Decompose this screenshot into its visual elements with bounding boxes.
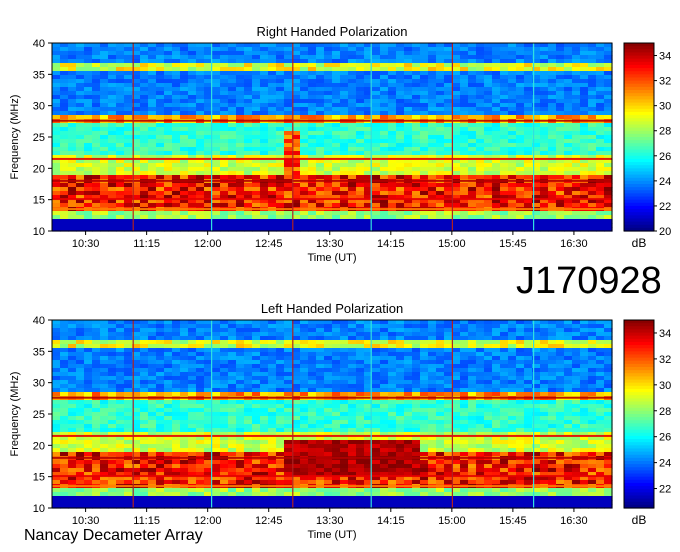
colorbar-tick-label: 24 <box>659 176 671 188</box>
x-tick-label: 11:15 <box>133 515 160 527</box>
observation-id: J170928 <box>516 260 662 302</box>
x-tick-label: 13:30 <box>316 238 344 250</box>
colorbar: 22 24 26 28 30 32 34 dB <box>623 319 671 527</box>
x-tick-label: 10:30 <box>72 238 100 250</box>
emission-line <box>52 157 612 160</box>
x-tick-label: 15:45 <box>499 238 527 250</box>
rh-polarization-panel: Right Handed Polarization 10 15 20 25 30 35 40 F… <box>9 24 671 264</box>
spectrogram <box>52 320 613 509</box>
x-tick-label: 12:45 <box>255 515 283 527</box>
colorbar-tick-label: 20 <box>659 226 671 238</box>
y-tick-label: 20 <box>33 163 45 175</box>
x-tick-label: 14:15 <box>377 515 405 527</box>
colorbar-tick-label: 34 <box>659 51 671 63</box>
emission-line <box>52 208 612 211</box>
y-tick-label: 10 <box>33 503 45 515</box>
emission-line <box>52 485 612 488</box>
y-tick-label: 15 <box>33 195 45 207</box>
y-tick-label: 40 <box>33 38 45 50</box>
colorbar-tick-label: 30 <box>659 101 671 113</box>
y-axis-label: Frequency (MHz) <box>9 95 21 180</box>
spectrogram <box>52 43 613 232</box>
x-tick-label: 15:00 <box>438 238 466 250</box>
y-axis-label: Frequency (MHz) <box>9 372 21 457</box>
colorbar-label: dB <box>632 513 647 527</box>
colorbar-tick-label: 22 <box>659 484 671 496</box>
x-tick-label: 14:15 <box>377 238 405 250</box>
x-tick-label: 12:00 <box>194 238 222 250</box>
y-tick-label: 40 <box>33 315 45 327</box>
x-tick-label: 11:15 <box>133 238 160 250</box>
lh-polarization-panel: Left Handed Polarization 10 15 20 25 30 35 40 Fr… <box>9 301 671 541</box>
x-tick-label: 16:30 <box>560 515 588 527</box>
x-tick-label: 10:30 <box>72 515 100 527</box>
y-tick-label: 10 <box>33 226 45 238</box>
colorbar-tick-label: 30 <box>659 380 671 392</box>
y-tick-label: 35 <box>33 346 45 358</box>
y-tick-label: 25 <box>33 409 45 421</box>
colorbar-tick-label: 22 <box>659 201 671 213</box>
emission-line <box>52 119 612 122</box>
x-tick-label: 16:30 <box>560 238 588 250</box>
emission-line <box>52 434 612 437</box>
colorbar: 20 22 24 26 28 30 32 34 dB <box>623 42 671 250</box>
colorbar-tick-label: 26 <box>659 432 671 444</box>
x-axis-label: Time (UT) <box>307 529 356 541</box>
y-tick-label: 35 <box>33 69 45 81</box>
colorbar-tick-label: 32 <box>659 76 671 88</box>
emission-line <box>52 475 612 478</box>
x-tick-label: 12:45 <box>255 238 283 250</box>
colorbar-tick-label: 24 <box>659 458 671 470</box>
emission-line <box>52 179 612 182</box>
x-axis-label: Time (UT) <box>307 252 356 264</box>
observatory-name: Nancay Decameter Array <box>24 527 203 544</box>
emission-line <box>52 396 612 399</box>
y-tick-label: 25 <box>33 132 45 144</box>
colorbar-tick-label: 32 <box>659 354 671 366</box>
panel-title: Left Handed Polarization <box>261 301 403 316</box>
x-tick-label: 15:45 <box>499 515 527 527</box>
y-tick-label: 30 <box>33 101 45 113</box>
colorbar-tick-label: 26 <box>659 151 671 163</box>
y-tick-label: 15 <box>33 472 45 484</box>
x-tick-label: 13:30 <box>316 515 344 527</box>
y-tick-label: 30 <box>33 378 45 390</box>
colorbar-tick-label: 34 <box>659 328 671 340</box>
panel-title: Right Handed Polarization <box>256 24 407 39</box>
x-tick-label: 12:00 <box>194 515 222 527</box>
colorbar-tick-label: 28 <box>659 406 671 418</box>
colorbar-label: dB <box>632 236 647 250</box>
x-tick-label: 15:00 <box>438 515 466 527</box>
colorbar-tick-label: 28 <box>659 126 671 138</box>
emission-line <box>52 198 612 201</box>
emission-line <box>52 456 612 459</box>
y-tick-label: 20 <box>33 440 45 452</box>
